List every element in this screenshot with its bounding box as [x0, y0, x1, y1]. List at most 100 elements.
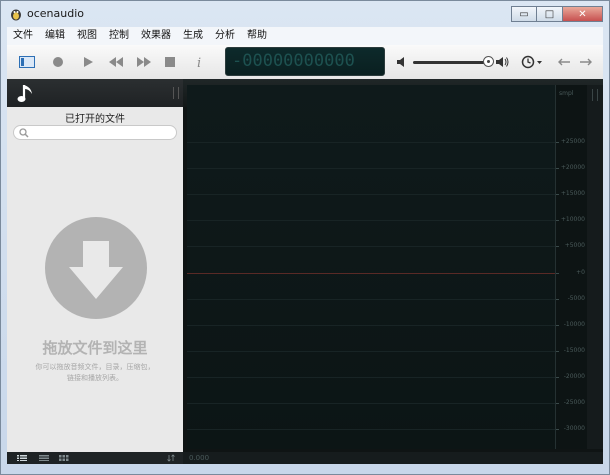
grid-line [187, 403, 555, 404]
compact-view-icon[interactable] [39, 455, 49, 461]
volume-low-button[interactable] [391, 52, 413, 72]
file-search-input[interactable] [13, 125, 177, 140]
forward-arrow-icon [580, 58, 592, 66]
file-sidebar: 已打开的文件 拖放文件到这里 你可以拖放音频文件，目录，压缩包，链接和播放列表。 [7, 79, 183, 464]
scale-tick-mark [556, 324, 559, 326]
back-button[interactable] [553, 52, 575, 72]
waveform-right-bar [587, 85, 603, 449]
scale-tick-label: +20000 [560, 164, 585, 172]
scale-tick-label: +25000 [560, 138, 585, 145]
scale-tick-label: -30000 [563, 425, 585, 433]
drop-files-hint: 你可以拖放音频文件，目录，压缩包，链接和播放列表。 [35, 363, 155, 382]
grid-line [187, 376, 555, 378]
menu-view[interactable]: 视图 [71, 27, 103, 45]
search-icon [19, 128, 29, 138]
sidebar-resize-grip[interactable] [173, 87, 179, 99]
scale-tick-mark [556, 376, 559, 378]
time-readout: 0.000 [189, 454, 210, 462]
volume-low-icon [397, 57, 404, 67]
grid-line [187, 324, 555, 326]
app-window: ocenaudio ▭ □ ✕ 文件 编辑 视图 控制 效果器 生成 分析 帮助 [0, 0, 610, 475]
menu-file[interactable]: 文件 [7, 27, 39, 45]
menu-bar: 文件 编辑 视图 控制 效果器 生成 分析 帮助 [7, 27, 603, 45]
music-note-icon [17, 85, 32, 102]
grid-line [187, 142, 555, 143]
stop-button[interactable] [159, 52, 181, 72]
scale-tick-label: +10000 [560, 216, 585, 224]
waveform-canvas[interactable] [187, 85, 555, 449]
close-button[interactable]: ✕ [563, 6, 603, 22]
info-button[interactable]: i [189, 52, 211, 72]
window-controls: ▭ □ ✕ [511, 6, 603, 22]
ocenaudio-app-icon [11, 9, 21, 21]
scale-tick-label: +0 [576, 268, 585, 276]
waveform-panel: smpl +25000 +20000 +15000 +10000 +5000 +0 -500… [183, 79, 603, 464]
grid-line [187, 194, 555, 196]
scale-tick-label: -15000 [563, 346, 585, 354]
menu-help[interactable]: 帮助 [241, 27, 273, 45]
window-title: ocenaudio [27, 7, 84, 20]
download-arrow-icon [69, 241, 123, 299]
grid-line [187, 350, 555, 352]
record-icon [53, 57, 63, 67]
maximize-button[interactable]: □ [537, 6, 563, 22]
menu-analyze[interactable]: 分析 [209, 27, 241, 45]
menu-effects[interactable]: 效果器 [135, 27, 177, 45]
scale-tick-label: +15000 [560, 190, 585, 198]
drop-zone-circle[interactable] [45, 217, 147, 319]
scale-tick-mark [556, 246, 559, 248]
grid-view-icon[interactable] [59, 455, 69, 461]
counter-text: -00000000000 [232, 51, 355, 71]
scale-tick-label: -5000 [567, 294, 585, 302]
title-bar[interactable]: ocenaudio ▭ □ ✕ [1, 1, 609, 27]
fast-forward-button[interactable] [133, 52, 155, 72]
drop-files-title: 拖放文件到这里 [42, 339, 148, 357]
sidebar-toggle-button[interactable] [16, 52, 38, 72]
scale-tick-label: -25000 [563, 399, 585, 406]
time-ruler: 0.000 [183, 452, 603, 464]
scale-tick-mark [556, 220, 559, 222]
rewind-button[interactable] [105, 52, 127, 72]
grid-line [187, 220, 555, 222]
record-button[interactable] [47, 52, 69, 72]
sort-icon[interactable] [167, 454, 175, 462]
scale-tick-label: +5000 [564, 242, 585, 250]
grid-line [187, 168, 555, 170]
zero-amplitude-line [187, 272, 555, 274]
grid-line [187, 246, 555, 248]
play-button[interactable] [77, 52, 99, 72]
clock-icon [521, 55, 542, 69]
scale-tick-mark [556, 168, 559, 170]
volume-high-icon [496, 57, 509, 67]
back-arrow-icon [558, 58, 570, 66]
scale-tick-label: -10000 [563, 320, 585, 328]
volume-slider-track[interactable] [413, 61, 487, 64]
list-view-icon[interactable] [17, 455, 27, 461]
forward-button[interactable] [575, 52, 597, 72]
fast-forward-icon [137, 57, 151, 67]
scale-tick-mark [556, 403, 559, 404]
info-icon: i [197, 56, 201, 69]
minimize-icon: ▭ [519, 8, 529, 20]
open-files-title: 已打开的文件 [65, 114, 125, 125]
scale-tick-mark [556, 350, 559, 352]
sidebar-toggle-icon [19, 56, 35, 68]
scale-tick-mark [556, 298, 559, 300]
time-counter-display: -00000000000 [225, 47, 385, 76]
menu-generate[interactable]: 生成 [177, 27, 209, 45]
play-icon [84, 57, 93, 67]
scale-tick-mark [556, 429, 559, 431]
scale-tick-mark [556, 194, 559, 196]
panel-resize-grip[interactable] [592, 89, 598, 101]
grid-line [187, 429, 555, 431]
scale-tick-label: -20000 [563, 372, 585, 380]
scale-unit-label: smpl [559, 90, 574, 97]
close-icon: ✕ [578, 8, 587, 20]
clock-dropdown-button[interactable] [519, 52, 547, 72]
volume-high-button[interactable] [491, 52, 513, 72]
menu-edit[interactable]: 编辑 [39, 27, 71, 45]
menu-control[interactable]: 控制 [103, 27, 135, 45]
scale-tick-mark [556, 272, 559, 274]
minimize-button[interactable]: ▭ [511, 6, 537, 22]
amplitude-scale: smpl +25000 +20000 +15000 +10000 +5000 +0 -500… [555, 85, 588, 449]
